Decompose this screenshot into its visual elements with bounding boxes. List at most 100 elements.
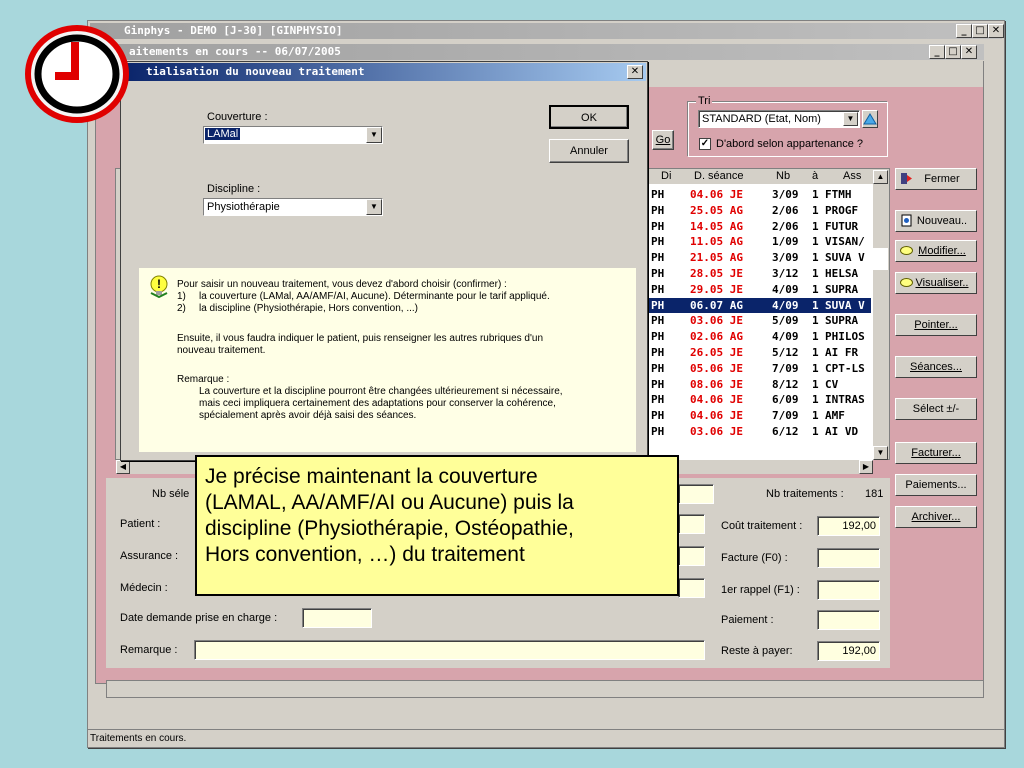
scroll-left-arrow[interactable]: ◀ xyxy=(116,460,130,474)
clock-icon xyxy=(25,25,129,123)
col-a-header[interactable]: à xyxy=(812,170,818,182)
table-cell: 7/09 xyxy=(772,409,799,423)
table-cell: PH xyxy=(651,377,665,391)
col-dseance-header[interactable]: D. séance xyxy=(694,170,744,182)
visualiser-button[interactable]: Visualiser.. xyxy=(895,272,977,294)
table-row[interactable]: PH 05.06 JE 7/09 1 CPT-LS xyxy=(647,361,871,376)
chevron-down-icon[interactable]: ▼ xyxy=(843,112,858,126)
seances-button[interactable]: Séances... xyxy=(895,356,977,378)
facturer-button[interactable]: Facturer... xyxy=(895,442,977,464)
col-ass-header[interactable]: Ass xyxy=(843,170,861,182)
table-cell: FUTUR xyxy=(825,219,859,233)
help-p3: Remarque : xyxy=(177,374,230,385)
help-l1-num: 1) xyxy=(177,291,186,302)
nb-traitements-value: 181 xyxy=(865,488,884,500)
table-row[interactable]: PH 14.05 AG 2/06 1 FUTUR xyxy=(647,219,871,234)
table-row[interactable]: PH 08.06 JE 8/12 1 CV xyxy=(647,377,871,392)
date-demande-field[interactable] xyxy=(302,608,372,628)
child-close-button[interactable]: ✕ xyxy=(961,45,977,59)
table-cell: 4/09 xyxy=(772,282,799,296)
table-row[interactable]: PH 02.06 AG 4/09 1 PHILOS xyxy=(647,329,871,344)
paiement-label: Paiement : xyxy=(721,614,774,626)
table-row[interactable]: PH 03.06 JE 5/09 1 SUPRA xyxy=(647,313,871,328)
table-row[interactable]: PH 21.05 AG 3/09 1 SUVA V xyxy=(647,250,871,265)
scroll-thumb[interactable] xyxy=(873,248,888,270)
table-row[interactable]: PH 25.05 AG 2/06 1 PROGF xyxy=(647,203,871,218)
table-row[interactable]: PH 28.05 JE 3/12 1 HELSA xyxy=(647,266,871,281)
app-titlebar: Ginphys - DEMO [J-30] [GINPHYSIO] xyxy=(90,23,1002,39)
rappel-label: 1er rappel (F1) : xyxy=(721,584,800,596)
app-maximize-button[interactable]: □ xyxy=(972,24,988,38)
medecin-label: Médecin : xyxy=(120,582,168,594)
table-cell: PH xyxy=(651,235,665,249)
callout-line-4: Hors convention, …) du traitement xyxy=(205,543,525,566)
table-row[interactable]: PH 04.06 JE 7/09 1 AMF xyxy=(647,408,871,423)
table-cell: 02.06 AG xyxy=(690,330,743,344)
tri-checkbox[interactable]: ✓ xyxy=(699,138,711,150)
app-close-button[interactable]: ✕ xyxy=(988,24,1004,38)
table-row[interactable]: PH 06.07 AG 4/09 1 SUVA V xyxy=(647,297,871,313)
chevron-down-icon[interactable]: ▼ xyxy=(366,199,382,215)
child-minimize-button[interactable]: _ xyxy=(929,45,945,59)
table-row[interactable]: PH 03.06 JE 6/12 1 AI VD xyxy=(647,424,871,439)
pointer-button[interactable]: Pointer... xyxy=(895,314,977,336)
app-minimize-button[interactable]: _ xyxy=(956,24,972,38)
table-row[interactable]: PH 11.05 AG 1/09 1 VISAN/ xyxy=(647,234,871,249)
table-cell: 1 xyxy=(812,298,819,312)
table-cell: 03.06 JE xyxy=(690,314,743,328)
table-cell: 1 xyxy=(812,377,819,391)
chevron-down-icon[interactable]: ▼ xyxy=(366,127,382,143)
scroll-right-arrow[interactable]: ▶ xyxy=(859,460,873,474)
table-cell: INTRAS xyxy=(825,393,865,407)
table-cell: CV xyxy=(825,377,839,391)
paiements-button[interactable]: Paiements... xyxy=(895,474,977,496)
discipline-select[interactable]: Physiothérapie ▼ xyxy=(203,198,383,216)
couverture-select[interactable]: LAMal ▼ xyxy=(203,126,383,144)
medecin-field[interactable] xyxy=(678,578,705,598)
table-cell: SUPRA xyxy=(825,314,859,328)
table-row[interactable]: PH 26.05 JE 5/12 1 AI FR xyxy=(647,345,871,360)
scroll-up-arrow[interactable]: ▲ xyxy=(873,170,888,184)
help-l2-num: 2) xyxy=(177,303,186,314)
archiver-label: Archiver... xyxy=(911,511,961,523)
table-cell: 5/12 xyxy=(772,346,799,359)
fermer-button[interactable]: Fermer xyxy=(895,168,977,190)
table-cell: PH xyxy=(651,251,665,265)
child-titlebar: aitements en cours -- 06/07/2005 xyxy=(95,44,984,60)
assurance-field[interactable] xyxy=(678,546,705,566)
child-maximize-button[interactable]: □ xyxy=(945,45,961,59)
table-cell: 1 xyxy=(812,425,819,438)
discipline-label: Discipline : xyxy=(207,183,261,195)
table-cell: PH xyxy=(651,346,665,359)
treatments-grid[interactable]: PH 04.06 JE 3/09 1 FTMH PH 25.05 AG 2/06 1 PROGF P… xyxy=(647,170,875,460)
remarque-field[interactable] xyxy=(194,640,705,660)
dialog-close-button[interactable]: ✕ xyxy=(627,65,643,79)
table-row[interactable]: PH 04.06 JE 3/09 1 FTMH xyxy=(647,187,871,202)
cout-field: 192,00 xyxy=(817,516,880,536)
help-p2b: nouveau traitement. xyxy=(177,345,266,356)
col-di-header[interactable]: Di xyxy=(661,170,671,182)
nouveau-button[interactable]: Nouveau.. xyxy=(895,210,977,232)
modifier-button[interactable]: Modifier... xyxy=(895,240,977,262)
table-cell: CPT-LS xyxy=(825,361,865,375)
pointer-label: Pointer... xyxy=(914,319,958,331)
table-cell: PH xyxy=(651,409,665,423)
col-nb-header[interactable]: Nb xyxy=(776,170,790,182)
table-cell: PH xyxy=(651,203,665,217)
table-row[interactable]: PH 04.06 JE 6/09 1 INTRAS xyxy=(647,392,871,407)
scroll-down-arrow[interactable]: ▼ xyxy=(873,446,888,460)
table-cell: 08.06 JE xyxy=(690,377,743,391)
archiver-button[interactable]: Archiver... xyxy=(895,506,977,528)
select-toggle-button[interactable]: Sélect ±/- xyxy=(895,398,977,420)
sort-asc-button[interactable] xyxy=(862,110,878,128)
annuler-button[interactable]: Annuler xyxy=(549,139,629,163)
grid-vscrollbar[interactable]: ▲ ▼ xyxy=(873,170,888,460)
patient-field[interactable] xyxy=(678,514,705,534)
ok-button[interactable]: OK xyxy=(549,105,629,129)
go-button[interactable]: Go xyxy=(652,130,674,150)
table-cell: 1 xyxy=(812,282,819,296)
tri-select[interactable]: STANDARD (Etat, Nom) ▼ xyxy=(698,110,860,128)
table-row[interactable]: PH 29.05 JE 4/09 1 SUPRA xyxy=(647,282,871,297)
table-cell: AI VD xyxy=(825,425,859,438)
table-cell: 11.05 AG xyxy=(690,235,743,249)
